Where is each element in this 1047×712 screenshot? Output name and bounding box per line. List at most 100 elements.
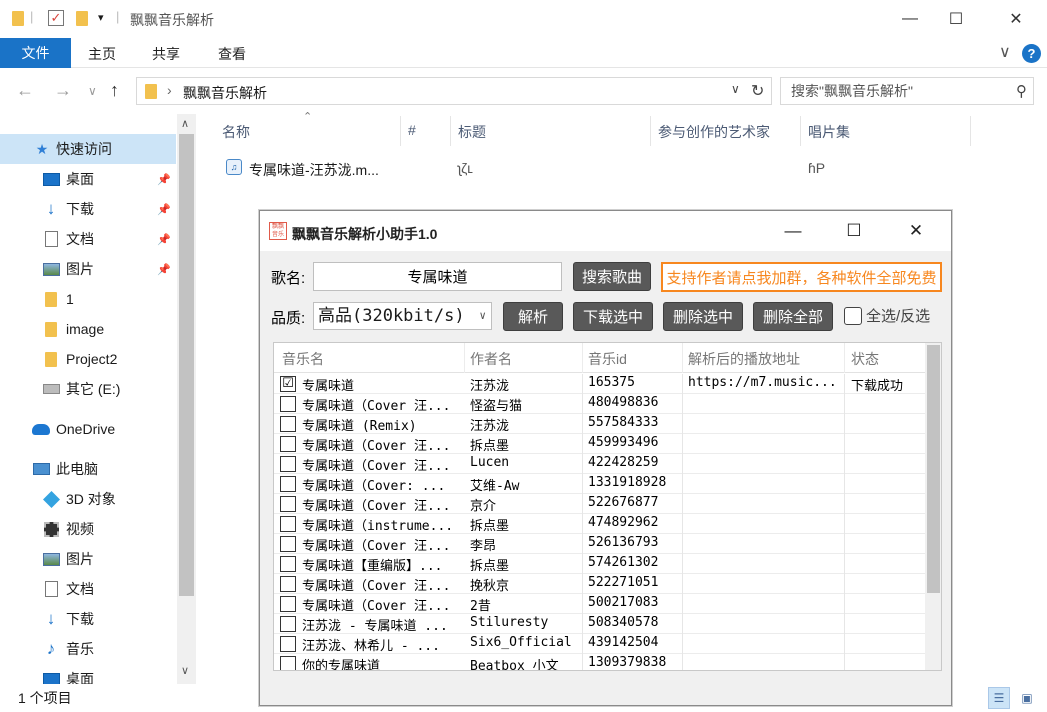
column-header-play-url[interactable]: 解析后的播放地址 bbox=[688, 349, 800, 369]
help-icon[interactable]: ? bbox=[1022, 44, 1041, 63]
close-button[interactable]: ✕ bbox=[993, 0, 1039, 38]
promo-join-group-button[interactable]: 支持作者请点我加群，各种软件全部免费 bbox=[661, 262, 942, 292]
quality-select[interactable]: 高品(320kbit/s) ∨ bbox=[313, 302, 492, 330]
nav-item-quick-access[interactable]: ★ 快速访问 bbox=[0, 134, 176, 164]
nav-item-music[interactable]: ♪ 音乐 bbox=[0, 634, 176, 664]
column-divider[interactable] bbox=[582, 343, 583, 373]
row-checkbox[interactable] bbox=[280, 476, 296, 492]
table-row[interactable]: 专属味道（instrume... 拆点墨 474892962 bbox=[274, 514, 925, 534]
nav-item-image[interactable]: image bbox=[0, 314, 176, 344]
nav-item-pc-downloads[interactable]: ↓ 下载 bbox=[0, 604, 176, 634]
address-dropdown-icon[interactable]: ∨ bbox=[731, 82, 740, 96]
app-close-button[interactable]: ✕ bbox=[901, 217, 931, 245]
table-row[interactable]: 专属味道（Cover 汪... 京介 522676877 bbox=[274, 494, 925, 514]
column-divider[interactable] bbox=[450, 116, 451, 146]
properties-check-icon[interactable]: ✓ bbox=[48, 10, 64, 26]
app-maximize-button[interactable]: ☐ bbox=[839, 217, 869, 245]
row-checkbox[interactable] bbox=[280, 556, 296, 572]
nav-item-folder-1[interactable]: 1 bbox=[0, 284, 176, 314]
nav-item-videos[interactable]: 视频 bbox=[0, 514, 176, 544]
table-row[interactable]: 汪苏泷、林希儿 - ... Six6_Official 439142504 bbox=[274, 634, 925, 654]
nav-item-project2[interactable]: Project2 bbox=[0, 344, 176, 374]
column-header-name[interactable]: 名称 bbox=[222, 122, 250, 142]
row-checkbox[interactable] bbox=[280, 436, 296, 452]
table-row[interactable]: 汪苏泷 - 专属味道 ... Stiluresty 508340578 bbox=[274, 614, 925, 634]
select-all-checkbox[interactable] bbox=[844, 306, 862, 325]
refresh-button[interactable]: ↻ bbox=[751, 81, 764, 101]
nav-item-pc-desktop[interactable]: 桌面 bbox=[0, 664, 176, 684]
forward-button[interactable]: → bbox=[54, 80, 72, 101]
row-checkbox[interactable]: ☑ bbox=[280, 376, 296, 392]
table-row[interactable]: 你的专属味道 Beatbox 小文 1309379838 bbox=[274, 654, 925, 670]
row-checkbox[interactable] bbox=[280, 456, 296, 472]
row-checkbox[interactable] bbox=[280, 416, 296, 432]
column-divider[interactable] bbox=[800, 116, 801, 146]
nav-scrollbar-thumb[interactable] bbox=[179, 134, 194, 596]
table-row[interactable]: 专属味道（Cover 汪... 李昂 526136793 bbox=[274, 534, 925, 554]
row-checkbox[interactable] bbox=[280, 396, 296, 412]
table-row[interactable]: 专属味道（Cover 汪... 怪盗与猫 480498836 bbox=[274, 394, 925, 414]
table-row[interactable]: 专属味道（Cover 汪... Lucen 422428259 bbox=[274, 454, 925, 474]
up-button[interactable]: ↑ bbox=[110, 80, 119, 101]
column-divider[interactable] bbox=[650, 116, 651, 146]
results-scrollbar[interactable] bbox=[925, 343, 941, 670]
maximize-button[interactable]: ☐ bbox=[933, 0, 979, 38]
back-button[interactable]: ← bbox=[16, 80, 34, 101]
table-row[interactable]: 专属味道（Cover 汪... 拆点墨 459993496 bbox=[274, 434, 925, 454]
ribbon-collapse-icon[interactable]: ∨ bbox=[999, 42, 1011, 62]
results-scrollbar-thumb[interactable] bbox=[927, 345, 940, 593]
details-view-icon[interactable]: ☰ bbox=[988, 687, 1010, 709]
row-checkbox[interactable] bbox=[280, 616, 296, 632]
song-name-input[interactable] bbox=[313, 262, 562, 291]
nav-item-onedrive[interactable]: OneDrive bbox=[0, 414, 176, 444]
nav-item-3d-objects[interactable]: 3D 对象 bbox=[0, 484, 176, 514]
row-checkbox[interactable] bbox=[280, 576, 296, 592]
table-row[interactable]: 专属味道 (Remix) 汪苏泷 557584333 bbox=[274, 414, 925, 434]
table-row[interactable]: 专属味道（Cover: ... 艾维-Aw 1331918928 bbox=[274, 474, 925, 494]
row-checkbox[interactable] bbox=[280, 656, 296, 670]
column-header-artists[interactable]: 参与创作的艺术家 bbox=[658, 122, 770, 142]
table-row[interactable]: 专属味道（Cover 汪... 2昔 500217083 bbox=[274, 594, 925, 614]
app-minimize-button[interactable]: — bbox=[778, 217, 808, 245]
nav-item-downloads[interactable]: ↓ 下载 📌 bbox=[0, 194, 176, 224]
table-row[interactable]: 专属味道【重编版】... 拆点墨 574261302 bbox=[274, 554, 925, 574]
column-divider[interactable] bbox=[464, 343, 465, 373]
nav-item-documents[interactable]: 文档 📌 bbox=[0, 224, 176, 254]
column-header-music-id[interactable]: 音乐id bbox=[588, 349, 627, 369]
column-header-artist[interactable]: 作者名 bbox=[470, 349, 512, 369]
nav-item-pc-pictures[interactable]: 图片 bbox=[0, 544, 176, 574]
tab-file[interactable]: 文件 bbox=[0, 38, 71, 68]
tab-home[interactable]: 主页 bbox=[88, 44, 116, 64]
nav-item-this-pc[interactable]: 此电脑 bbox=[0, 454, 176, 484]
nav-item-desktop[interactable]: 桌面 📌 bbox=[0, 164, 176, 194]
table-row[interactable]: 专属味道（Cover 汪... 挽秋京 522271051 bbox=[274, 574, 925, 594]
row-checkbox[interactable] bbox=[280, 596, 296, 612]
search-icon[interactable]: ⚲ bbox=[1016, 82, 1027, 100]
row-checkbox[interactable] bbox=[280, 636, 296, 652]
column-divider[interactable] bbox=[970, 116, 971, 146]
search-input[interactable] bbox=[781, 78, 1006, 104]
column-header-album[interactable]: 唱片集 bbox=[808, 122, 850, 142]
file-name[interactable]: 专属味道-汪苏泷.m... bbox=[249, 160, 379, 184]
column-divider[interactable] bbox=[400, 116, 401, 146]
nav-scrollbar[interactable]: ∧ ∨ bbox=[177, 114, 196, 684]
large-icons-view-icon[interactable]: ▣ bbox=[1016, 687, 1038, 709]
nav-item-pictures[interactable]: 图片 📌 bbox=[0, 254, 176, 284]
row-checkbox[interactable] bbox=[280, 496, 296, 512]
nav-item-drive-e[interactable]: 其它 (E:) bbox=[0, 374, 176, 404]
scroll-up-icon[interactable]: ∧ bbox=[181, 117, 189, 130]
row-checkbox[interactable] bbox=[280, 536, 296, 552]
minimize-button[interactable]: — bbox=[887, 0, 933, 38]
column-header-music-name[interactable]: 音乐名 bbox=[282, 349, 324, 369]
delete-selected-button[interactable]: 删除选中 bbox=[663, 302, 743, 331]
column-header-track[interactable]: # bbox=[408, 122, 416, 138]
tab-share[interactable]: 共享 bbox=[152, 44, 180, 64]
delete-all-button[interactable]: 删除全部 bbox=[753, 302, 833, 331]
new-folder-icon[interactable] bbox=[76, 11, 88, 26]
quick-access-dropdown-icon[interactable]: ▾ bbox=[98, 11, 104, 24]
row-checkbox[interactable] bbox=[280, 516, 296, 532]
column-divider[interactable] bbox=[844, 343, 845, 373]
column-header-title[interactable]: 标题 bbox=[458, 122, 486, 142]
search-song-button[interactable]: 搜索歌曲 bbox=[573, 262, 651, 291]
tab-view[interactable]: 查看 bbox=[218, 44, 246, 64]
